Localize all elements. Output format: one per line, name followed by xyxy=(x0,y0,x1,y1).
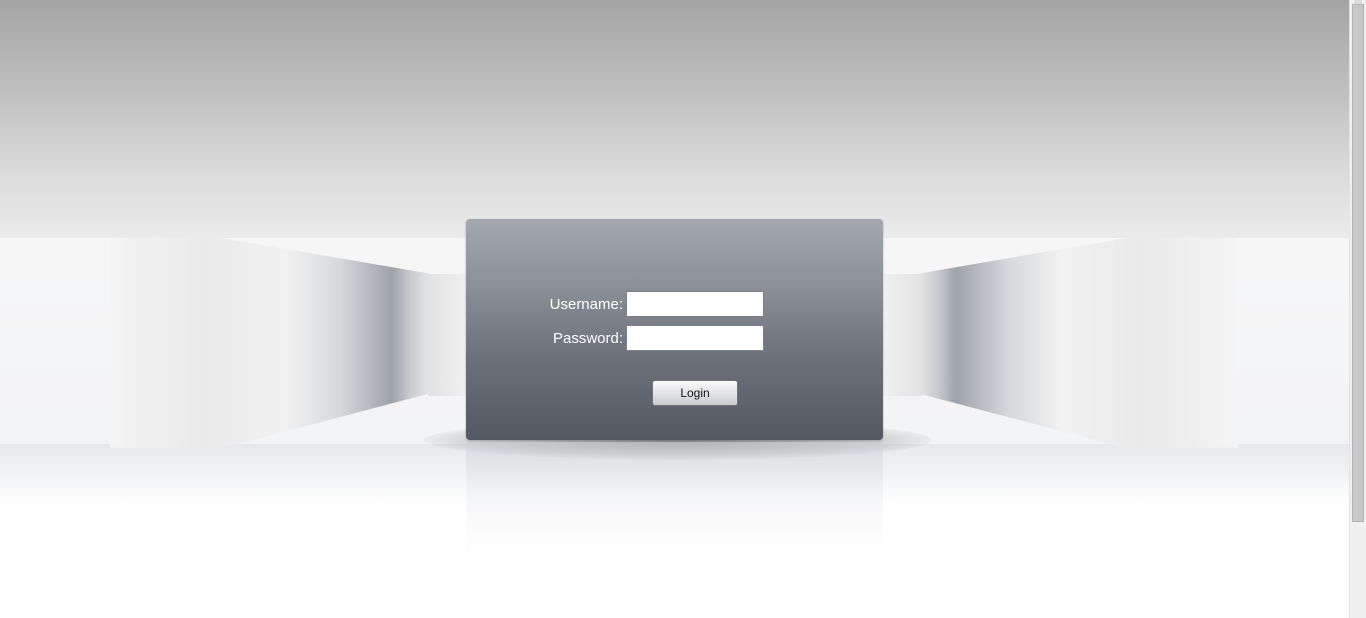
login-button[interactable]: Login xyxy=(652,380,738,406)
username-input[interactable] xyxy=(626,291,764,317)
left-inner-wall-decoration xyxy=(428,274,468,396)
password-input[interactable] xyxy=(626,325,764,351)
scrollbar-thumb[interactable] xyxy=(1352,4,1364,522)
login-page-background: Username: Password: Login xyxy=(0,0,1349,618)
vertical-scrollbar[interactable] xyxy=(1349,0,1366,618)
ceiling-background xyxy=(0,0,1349,238)
login-panel: Username: Password: Login xyxy=(466,219,883,440)
right-inner-wall-decoration xyxy=(882,274,922,396)
username-label: Username: xyxy=(549,296,623,313)
panel-reflection xyxy=(466,442,883,558)
password-row: Password: xyxy=(466,325,883,353)
username-row: Username: xyxy=(466,291,883,319)
password-label: Password: xyxy=(552,330,623,347)
